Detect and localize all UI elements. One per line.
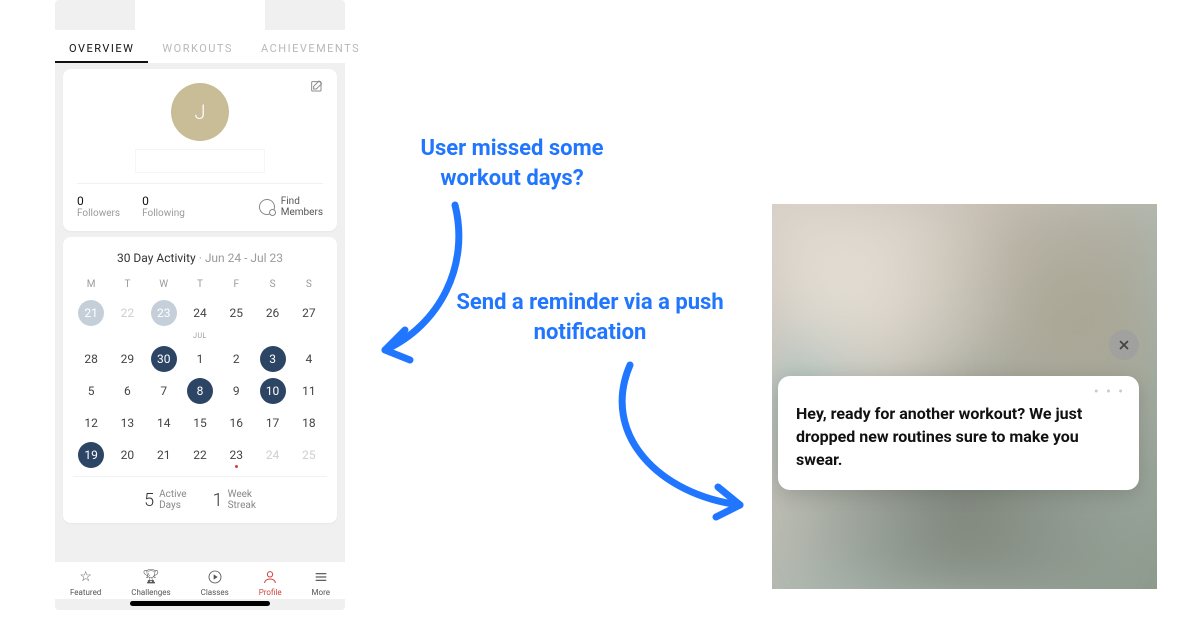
- push-notification-preview: • • • Hey, ready for another workout? We…: [772, 204, 1157, 589]
- close-icon[interactable]: [1109, 330, 1139, 360]
- calendar-day[interactable]: 16: [223, 410, 249, 436]
- calendar-day[interactable]: 20: [114, 442, 140, 468]
- bottom-nav: ☆ Featured 🏆︎ Challenges Classes Profile…: [55, 561, 345, 599]
- calendar-day[interactable]: 28: [78, 346, 104, 372]
- calendar-day[interactable]: 23: [151, 300, 177, 326]
- month-label: [109, 332, 145, 340]
- profile-icon: [261, 568, 279, 586]
- nav-challenges[interactable]: 🏆︎ Challenges: [131, 568, 170, 597]
- tab-achievements[interactable]: ACHIEVEMENTS: [247, 34, 374, 63]
- ellipsis-icon[interactable]: • • •: [1094, 384, 1125, 400]
- dow-label: S: [254, 279, 290, 294]
- calendar-day[interactable]: 1: [187, 346, 213, 372]
- calendar-day[interactable]: 29: [114, 346, 140, 372]
- calendar-day[interactable]: 3: [260, 346, 286, 372]
- calendar-day[interactable]: 22: [187, 442, 213, 468]
- annotation-missed-days: User missed some workout days?: [382, 134, 642, 193]
- calendar-day[interactable]: 13: [114, 410, 140, 436]
- month-label: [146, 332, 182, 340]
- month-label: [254, 332, 290, 340]
- calendar-day[interactable]: 25: [296, 442, 322, 468]
- tab-workouts[interactable]: WORKOUTS: [148, 34, 247, 63]
- play-circle-icon: [206, 568, 224, 586]
- dow-label: S: [291, 279, 327, 294]
- calendar-grid: MTWTFSS21222324252627JUL2829301234567891…: [73, 279, 327, 468]
- calendar-day[interactable]: 9: [223, 378, 249, 404]
- active-days-stat: 5 Active Days: [144, 489, 187, 511]
- nav-classes[interactable]: Classes: [201, 568, 229, 597]
- calendar-day[interactable]: 26: [260, 300, 286, 326]
- calendar-day[interactable]: 22: [114, 300, 140, 326]
- calendar-day[interactable]: 6: [114, 378, 140, 404]
- calendar-day[interactable]: 27: [296, 300, 322, 326]
- dow-label: T: [109, 279, 145, 294]
- find-members-button[interactable]: Find Members: [259, 196, 323, 218]
- calendar-day[interactable]: 21: [78, 300, 104, 326]
- edit-icon[interactable]: [309, 79, 325, 95]
- header-blank: [135, 0, 265, 30]
- home-indicator: [130, 601, 270, 606]
- calendar-day[interactable]: 2: [223, 346, 249, 372]
- calendar-day[interactable]: 5: [78, 378, 104, 404]
- profile-tabs: OVERVIEW WORKOUTS ACHIEVEMENTS: [55, 30, 345, 63]
- followers-stat[interactable]: 0 Followers: [77, 194, 120, 219]
- calendar-day[interactable]: 11: [296, 378, 322, 404]
- calendar-day[interactable]: 8: [187, 378, 213, 404]
- calendar-day[interactable]: 17: [260, 410, 286, 436]
- calendar-day[interactable]: 18: [296, 410, 322, 436]
- calendar-day[interactable]: 24: [187, 300, 213, 326]
- calendar-day[interactable]: 12: [78, 410, 104, 436]
- calendar-day[interactable]: 4: [296, 346, 322, 372]
- dow-label: F: [218, 279, 254, 294]
- menu-icon: [312, 568, 330, 586]
- nav-profile[interactable]: Profile: [259, 568, 282, 597]
- month-label: [218, 332, 254, 340]
- nav-more[interactable]: More: [312, 568, 330, 597]
- calendar-day[interactable]: 19: [78, 442, 104, 468]
- nav-featured[interactable]: ☆ Featured: [70, 568, 101, 597]
- trophy-icon: 🏆︎: [142, 568, 160, 586]
- calendar-day[interactable]: 25: [223, 300, 249, 326]
- avatar[interactable]: J: [171, 83, 229, 141]
- following-stat[interactable]: 0 Following: [142, 194, 185, 219]
- month-label: JUL: [182, 332, 218, 340]
- calendar-title: 30 Day Activity · Jun 24 - Jul 23: [73, 251, 327, 265]
- week-streak-stat: 1 Week Streak: [213, 489, 256, 511]
- profile-card: J 0 Followers 0 Following Find Members: [63, 69, 337, 231]
- calendar-day[interactable]: 14: [151, 410, 177, 436]
- notification-text: Hey, ready for another workout? We just …: [796, 402, 1121, 472]
- calendar-day[interactable]: 30: [151, 346, 177, 372]
- activity-calendar-card: 30 Day Activity · Jun 24 - Jul 23 MTWTFS…: [63, 237, 337, 523]
- search-members-icon: [259, 199, 275, 215]
- month-label: [291, 332, 327, 340]
- calendar-day[interactable]: 21: [151, 442, 177, 468]
- fitness-app-screenshot: OVERVIEW WORKOUTS ACHIEVEMENTS J 0 Follo…: [55, 0, 345, 610]
- dow-label: M: [73, 279, 109, 294]
- arrow-to-calendar-icon: [360, 195, 490, 375]
- calendar-day[interactable]: 7: [151, 378, 177, 404]
- notification-card[interactable]: • • • Hey, ready for another workout? We…: [778, 376, 1139, 490]
- calendar-day[interactable]: 23: [223, 442, 249, 468]
- calendar-day[interactable]: 10: [260, 378, 286, 404]
- month-label: [73, 332, 109, 340]
- dow-label: W: [146, 279, 182, 294]
- star-icon: ☆: [77, 568, 95, 586]
- username-blank: [135, 149, 265, 173]
- dow-label: T: [182, 279, 218, 294]
- calendar-stats: 5 Active Days 1 Week Streak: [73, 476, 327, 513]
- calendar-day[interactable]: 15: [187, 410, 213, 436]
- tab-overview[interactable]: OVERVIEW: [55, 34, 148, 63]
- arrow-to-notification-icon: [590, 355, 770, 525]
- calendar-day[interactable]: 24: [260, 442, 286, 468]
- follow-stats-row: 0 Followers 0 Following Find Members: [77, 183, 323, 219]
